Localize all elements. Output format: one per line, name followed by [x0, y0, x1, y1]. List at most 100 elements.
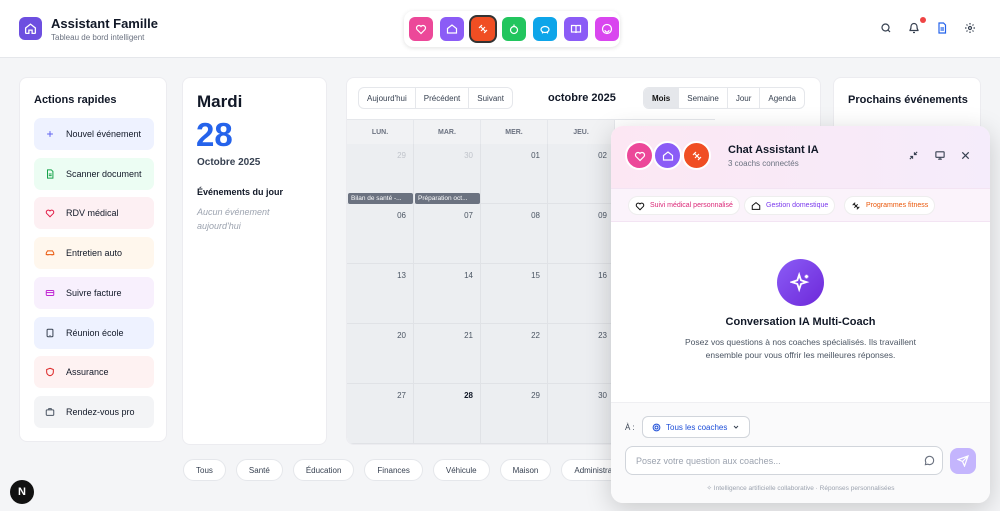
category-filter-button[interactable]: Éducation: [292, 459, 355, 481]
category-filter-button[interactable]: Finances: [364, 459, 423, 481]
document-icon[interactable]: [936, 22, 948, 34]
dumbbell-icon: [852, 201, 860, 210]
quick-action-button[interactable]: Entretien auto: [34, 237, 154, 270]
send-button[interactable]: [950, 448, 976, 474]
quick-action-label: Réunion école: [66, 327, 124, 338]
coach-nutrition-button[interactable]: [502, 17, 526, 41]
day-number-label: 23: [598, 331, 607, 340]
previous-button[interactable]: Précédent: [416, 88, 470, 108]
calendar-day-cell[interactable]: 07: [414, 204, 481, 264]
quick-action-label: Suivre facture: [66, 287, 122, 298]
coach-education-button[interactable]: [564, 17, 588, 41]
calendar-day-cell[interactable]: 28: [414, 384, 481, 444]
calendar-day-cell[interactable]: 15: [481, 264, 548, 324]
calendar-day-cell[interactable]: 27: [347, 384, 414, 444]
coach-selector-bar: [404, 11, 620, 47]
category-filter-button[interactable]: Véhicule: [432, 459, 490, 481]
home-icon: [446, 24, 458, 34]
calendar-day-cell[interactable]: 08: [481, 204, 548, 264]
calendar-day-cell[interactable]: 30: [548, 384, 615, 444]
calendar-day-cell[interactable]: 16: [548, 264, 615, 324]
chat-footer-text: Intelligence artificielle collaborative …: [713, 485, 895, 492]
coach-home-button[interactable]: [440, 17, 464, 41]
coach-health-button[interactable]: [409, 17, 433, 41]
chat-header: Chat Assistant IA 3 coachs connectés: [611, 126, 990, 188]
quick-action-label: Scanner document: [66, 168, 142, 179]
day-number-label: 16: [598, 271, 607, 280]
calendar-day-cell[interactable]: 14: [414, 264, 481, 324]
minimize-icon[interactable]: [908, 150, 919, 161]
calendar-event[interactable]: Bilan de santé -...: [348, 193, 413, 204]
view-agenda-button[interactable]: Agenda: [760, 88, 804, 108]
view-month-button[interactable]: Mois: [644, 88, 680, 108]
day-number-label: 20: [397, 331, 406, 340]
target-icon: [652, 423, 661, 431]
chip-home[interactable]: Gestion domestique: [744, 196, 836, 215]
conversation-title: Conversation IA Multi-Coach: [725, 316, 876, 328]
quick-action-label: RDV médical: [66, 208, 119, 219]
next-button[interactable]: Suivant: [469, 88, 512, 108]
day-number-label: 22: [531, 331, 540, 340]
category-filter-button[interactable]: Maison: [499, 459, 552, 481]
send-icon: [957, 455, 969, 467]
heart-icon: [634, 151, 645, 161]
today-button[interactable]: Aujourd'hui: [359, 88, 416, 108]
day-number-label: 02: [598, 151, 607, 160]
calendar-day-cell[interactable]: 13: [347, 264, 414, 324]
calendar-nav: Aujourd'hui Précédent Suivant: [358, 87, 513, 109]
calendar-day-cell[interactable]: 01: [481, 144, 548, 204]
view-week-button[interactable]: Semaine: [679, 88, 728, 108]
calendar-day-cell[interactable]: 23: [548, 324, 615, 384]
quick-action-button[interactable]: Scanner document: [34, 157, 154, 190]
day-number-label: 01: [531, 151, 540, 160]
quick-action-button[interactable]: Assurance: [34, 356, 154, 389]
recipient-label: À :: [625, 423, 635, 432]
calendar-day-cell[interactable]: 09: [548, 204, 615, 264]
home-logo-icon[interactable]: [19, 17, 42, 40]
monitor-icon[interactable]: [934, 150, 946, 161]
quick-action-button[interactable]: Nouvel événement: [34, 118, 154, 150]
day-number: 28: [196, 116, 233, 153]
quick-action-button[interactable]: Rendez-vous pro: [34, 395, 154, 428]
calendar-day-cell[interactable]: 20: [347, 324, 414, 384]
chat-title: Chat Assistant IA: [728, 144, 819, 156]
quick-action-button[interactable]: Suivre facture: [34, 276, 154, 309]
chip-fitness[interactable]: Programmes fitness: [844, 196, 936, 215]
quick-action-button[interactable]: RDV médical: [34, 197, 154, 230]
quick-action-label: Rendez-vous pro: [66, 406, 135, 417]
recipient-select[interactable]: Tous les coaches: [642, 416, 751, 438]
recipient-value: Tous les coaches: [666, 422, 728, 432]
search-icon[interactable]: [880, 22, 892, 34]
coach-finance-button[interactable]: [533, 17, 557, 41]
category-filter-button[interactable]: Santé: [235, 459, 283, 481]
chip-medical[interactable]: Suivi médical personnalisé: [628, 196, 740, 215]
gear-icon[interactable]: [964, 22, 976, 34]
coach-avatar-home: [653, 141, 682, 170]
calendar-view-switch: Mois Semaine Jour Agenda: [643, 87, 805, 109]
bell-icon[interactable]: [908, 22, 920, 34]
category-filter-button[interactable]: Tous: [183, 459, 226, 481]
calendar-day-cell[interactable]: 02: [548, 144, 615, 204]
question-input[interactable]: Posez votre question aux coaches...: [625, 446, 943, 475]
close-icon[interactable]: [960, 150, 971, 161]
dumbbell-icon: [692, 151, 701, 160]
quick-actions-panel: Actions rapides Nouvel événement Scanner …: [19, 77, 167, 442]
calendar-event[interactable]: Préparation oct...: [415, 193, 480, 204]
calendar-day-cell[interactable]: 06: [347, 204, 414, 264]
question-placeholder: Posez votre question aux coaches...: [636, 455, 781, 466]
day-number-label: 30: [598, 391, 607, 400]
calendar-day-cell[interactable]: 21: [414, 324, 481, 384]
day-number-label: 13: [397, 271, 406, 280]
upcoming-events-title: Prochains événements: [848, 94, 968, 106]
view-day-button[interactable]: Jour: [728, 88, 761, 108]
chip-fitness-label: Programmes fitness: [866, 202, 929, 209]
calendar-day-cell[interactable]: 22: [481, 324, 548, 384]
coach-fitness-button[interactable]: [471, 17, 495, 41]
quick-action-button[interactable]: Réunion école: [34, 316, 154, 349]
n-badge[interactable]: N: [10, 480, 34, 504]
calendar-day-cell[interactable]: 29: [481, 384, 548, 444]
coach-wellbeing-button[interactable]: [595, 17, 619, 41]
day-of-week-header: MER.: [481, 120, 548, 144]
chip-home-label: Gestion domestique: [766, 202, 829, 209]
home-icon: [662, 150, 673, 161]
